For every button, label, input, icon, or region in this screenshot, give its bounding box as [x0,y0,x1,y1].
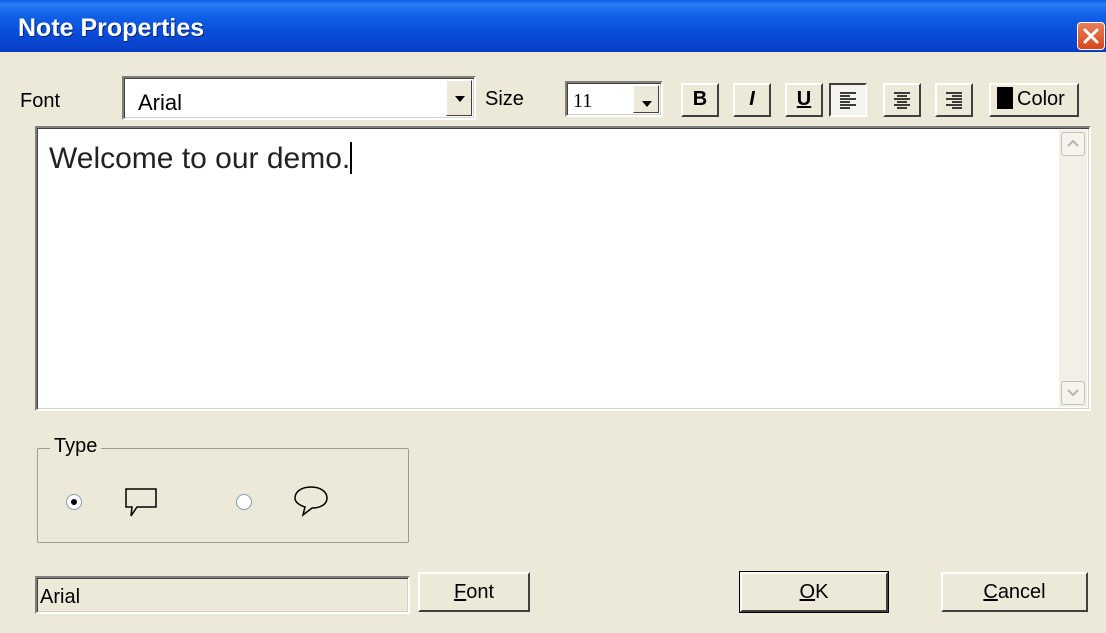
ok-button-mnemonic: O [799,581,816,603]
ok-button-label: K [815,581,829,603]
align-left-icon [840,92,856,109]
scroll-down-button[interactable] [1061,381,1085,405]
font-button-mnemonic: F [453,581,467,603]
align-left-button[interactable] [829,83,867,117]
note-properties-dialog: Note Properties Font Arial Size 11 B I U [0,0,1106,633]
rounded-speech-bubble-icon [294,486,328,517]
note-text-area[interactable]: Welcome to our demo. [35,126,1091,411]
chevron-down-icon[interactable] [633,85,659,113]
align-right-icon [946,92,962,109]
title-bar[interactable]: Note Properties [0,0,1106,52]
chevron-up-icon [1067,139,1079,147]
close-button[interactable] [1077,22,1105,50]
vertical-scrollbar[interactable] [1059,130,1087,407]
window-title: Note Properties [18,14,205,42]
bold-button[interactable]: B [681,83,719,117]
text-caret [350,142,353,174]
chevron-down-icon[interactable] [446,80,472,116]
color-button[interactable]: Color [989,83,1079,117]
size-label: Size [485,88,524,110]
align-center-button[interactable] [883,83,921,117]
underline-button[interactable]: U [785,83,823,117]
scroll-up-button[interactable] [1061,132,1085,156]
align-center-icon [894,92,910,109]
font-name-display-text: Arial [40,586,81,608]
cancel-button[interactable]: Cancel [941,572,1088,612]
size-combobox[interactable]: 11 [565,81,663,117]
font-button[interactable]: Font [418,572,530,612]
type-group-label: Type [50,435,102,458]
color-swatch [997,87,1013,109]
ok-button[interactable]: OK [739,571,889,613]
type-radio-rectangle[interactable] [66,494,82,510]
type-radio-rounded[interactable] [236,494,252,510]
font-combobox-value: Arial [138,90,183,115]
color-button-label: Color [1017,88,1065,110]
cancel-button-mnemonic: C [983,581,998,603]
cancel-button-label: ancel [997,581,1046,603]
align-right-button[interactable] [935,83,973,117]
size-combobox-value: 11 [573,90,593,112]
font-name-display: Arial [35,576,410,614]
note-text: Welcome to our demo. [49,142,351,175]
italic-button[interactable]: I [733,83,771,117]
font-label: Font [20,90,61,112]
chevron-down-icon [1067,389,1079,397]
radio-selected-dot [71,499,77,505]
rectangle-callout-icon [125,488,157,517]
type-groupbox: Type [37,435,409,543]
close-icon [1083,28,1099,44]
font-combobox[interactable]: Arial [122,76,476,120]
note-text-content: Welcome to our demo. [49,142,353,176]
font-button-label: ont [466,581,495,603]
